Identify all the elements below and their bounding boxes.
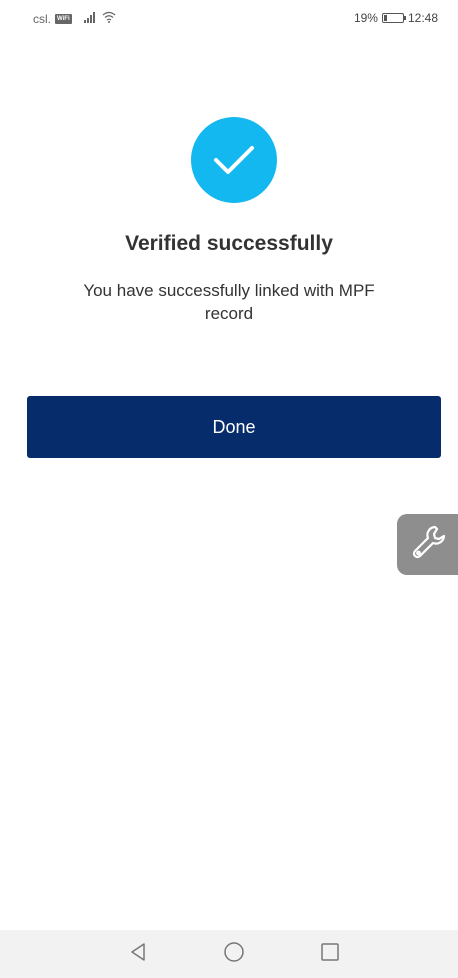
wifi-icon <box>102 11 116 26</box>
system-nav-bar <box>0 930 458 978</box>
battery-percent: 19% <box>353 11 378 25</box>
status-left: csl. WiFi <box>33 11 116 26</box>
status-bar: csl. WiFi 19% 12:48 <box>0 0 458 40</box>
clock: 12:48 <box>407 11 438 25</box>
battery-icon <box>381 13 406 23</box>
home-circle-icon <box>223 941 245 968</box>
success-check-icon <box>191 117 277 203</box>
signal-icon <box>83 11 98 26</box>
status-right: 19% 12:48 <box>354 11 438 25</box>
back-triangle-icon <box>129 942 147 967</box>
floating-tool-button[interactable] <box>397 514 458 575</box>
done-button[interactable]: Done <box>27 396 441 458</box>
page-title: Verified successfully <box>125 232 333 255</box>
battery-level-fill <box>383 15 387 21</box>
home-button[interactable] <box>222 941 246 968</box>
recents-button[interactable] <box>318 942 342 966</box>
recents-square-icon <box>320 942 340 967</box>
wrench-icon <box>408 522 448 567</box>
wifi-calling-badge: WiFi <box>55 13 72 24</box>
carrier-label: csl. <box>33 11 51 26</box>
success-message: You have successfully linked with MPF re… <box>83 281 375 323</box>
back-button[interactable] <box>126 942 150 966</box>
